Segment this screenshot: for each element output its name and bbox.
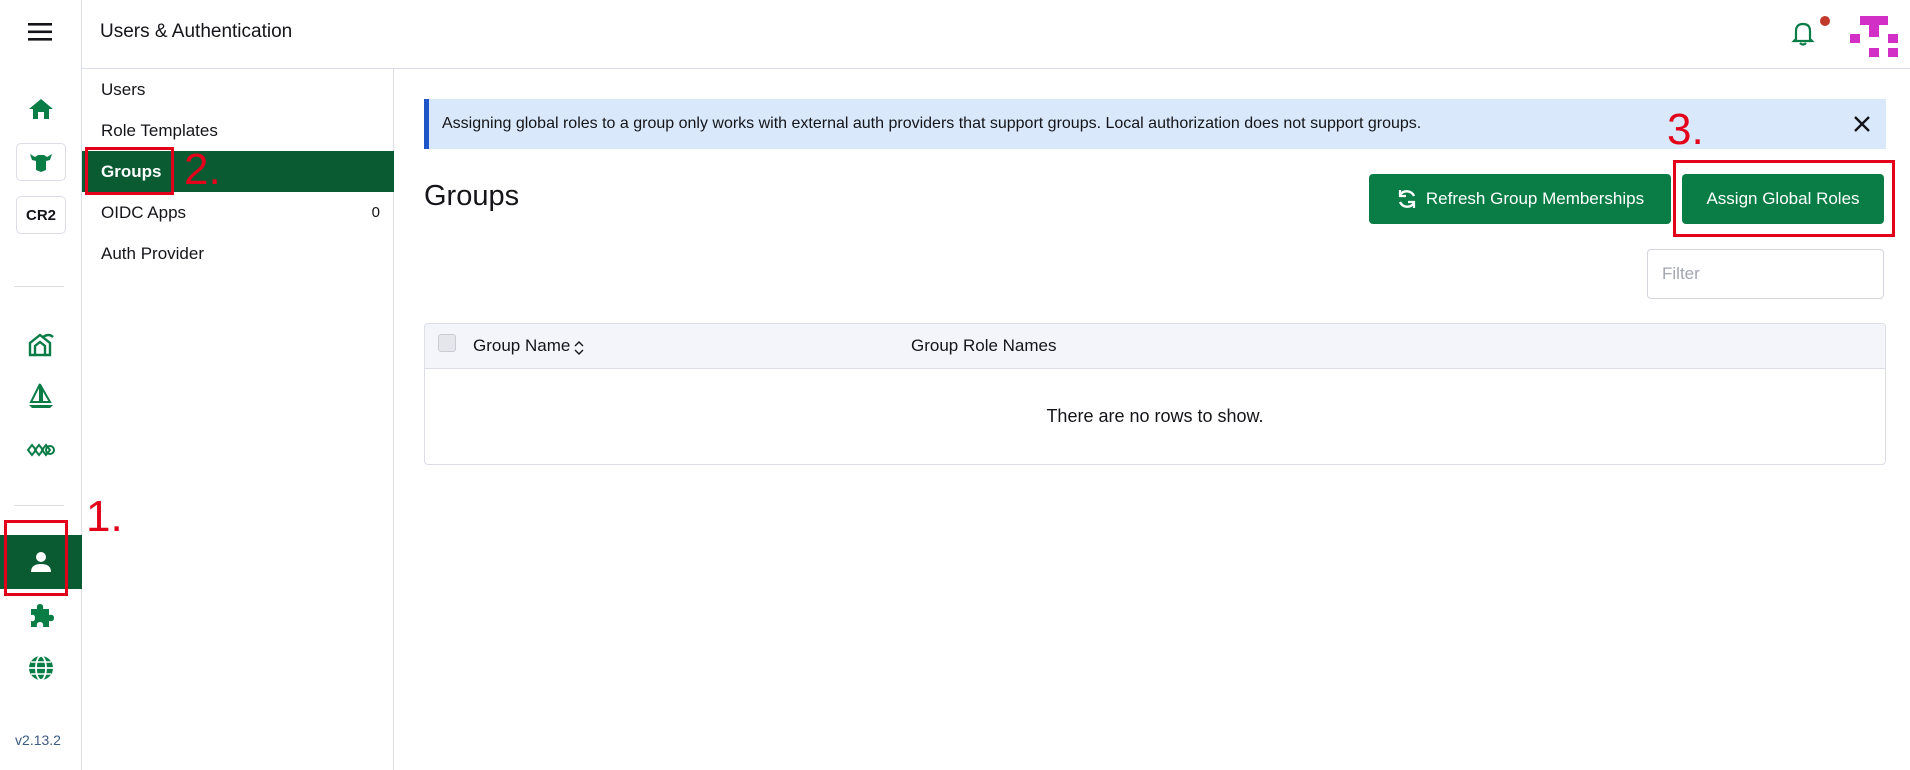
cr2-cluster-chip: CR2: [16, 196, 66, 234]
annotation-number-3: 3.: [1667, 105, 1704, 154]
global-apps-button[interactable]: [0, 644, 82, 692]
left-rail: CR2 v2.13.2: [0, 0, 82, 770]
sidebar-item-label: Groups: [101, 161, 162, 181]
table-header: Group Name Group Role Names: [425, 324, 1885, 369]
helm-icon: [29, 383, 53, 408]
hamburger-icon: [28, 23, 52, 41]
user-avatar-icon: [1850, 11, 1898, 59]
fleet-icon: [28, 333, 54, 357]
users-auth-button[interactable]: [0, 535, 82, 589]
sidebar-item-users[interactable]: Users: [82, 69, 394, 110]
section-sidebar: Users Role Templates Groups OIDC Apps 0 …: [82, 69, 394, 770]
column-header-group-name[interactable]: Group Name: [473, 336, 584, 356]
rail-divider: [14, 286, 64, 287]
home-icon: [29, 99, 53, 119]
sidebar-item-auth-provider[interactable]: Auth Provider: [82, 233, 394, 274]
banner-text: Assigning global roles to a group only w…: [442, 115, 1422, 132]
top-header: Users & Authentication: [82, 0, 1910, 69]
network-icon: [26, 443, 55, 457]
user-icon: [31, 552, 51, 572]
cr2-cluster-button[interactable]: CR2: [0, 191, 82, 239]
page-title: Groups: [424, 180, 520, 212]
select-all-checkbox[interactable]: [438, 334, 456, 352]
sidebar-item-oidc-apps[interactable]: OIDC Apps 0: [82, 192, 394, 233]
sidebar-item-role-templates[interactable]: Role Templates: [82, 110, 394, 151]
empty-table-message: There are no rows to show.: [1046, 406, 1264, 426]
sidebar-item-label: Role Templates: [101, 120, 218, 140]
avatar[interactable]: [1850, 11, 1898, 59]
extensions-icon: [31, 604, 54, 627]
cluster-chip: [16, 143, 66, 181]
apps-button[interactable]: [0, 372, 82, 420]
assign-global-roles-button[interactable]: Assign Global Roles: [1682, 174, 1884, 224]
page-header-title: Users & Authentication: [100, 21, 293, 42]
menu-button[interactable]: [0, 8, 82, 56]
notifications-button[interactable]: [1788, 18, 1818, 48]
rail-divider: [14, 505, 64, 506]
column-label: Group Name: [473, 336, 571, 355]
refresh-icon: [1398, 190, 1415, 208]
globe-icon: [29, 655, 53, 681]
assign-button-label: Assign Global Roles: [1706, 189, 1860, 208]
annotation-number-2: 2.: [184, 145, 221, 194]
bell-icon: [1791, 22, 1815, 46]
network-button[interactable]: [0, 426, 82, 474]
version-label[interactable]: v2.13.2: [0, 732, 76, 748]
fleet-button[interactable]: [0, 320, 82, 368]
refresh-group-memberships-button[interactable]: Refresh Group Memberships: [1369, 174, 1671, 224]
banner-close-button[interactable]: [1848, 110, 1876, 138]
oidc-apps-count: 0: [371, 204, 380, 221]
home-button[interactable]: [0, 85, 82, 133]
local-cluster-button[interactable]: [0, 138, 82, 186]
notification-dot: [1820, 16, 1830, 26]
extensions-button[interactable]: [0, 591, 82, 639]
annotation-number-1: 1.: [86, 492, 123, 541]
refresh-button-label: Refresh Group Memberships: [1425, 189, 1645, 208]
filter-input[interactable]: [1647, 249, 1884, 299]
sidebar-item-label: Users: [101, 79, 146, 99]
column-header-group-role-names: Group Role Names: [911, 336, 1057, 355]
close-icon: [1854, 116, 1870, 132]
cluster-icon: [30, 154, 52, 172]
groups-table: Group Name Group Role Names There are no…: [424, 323, 1886, 465]
sidebar-item-label: Auth Provider: [101, 243, 204, 263]
sidebar-item-groups[interactable]: Groups: [82, 151, 394, 192]
sort-icon: [574, 341, 584, 355]
sidebar-item-label: OIDC Apps: [101, 202, 187, 222]
